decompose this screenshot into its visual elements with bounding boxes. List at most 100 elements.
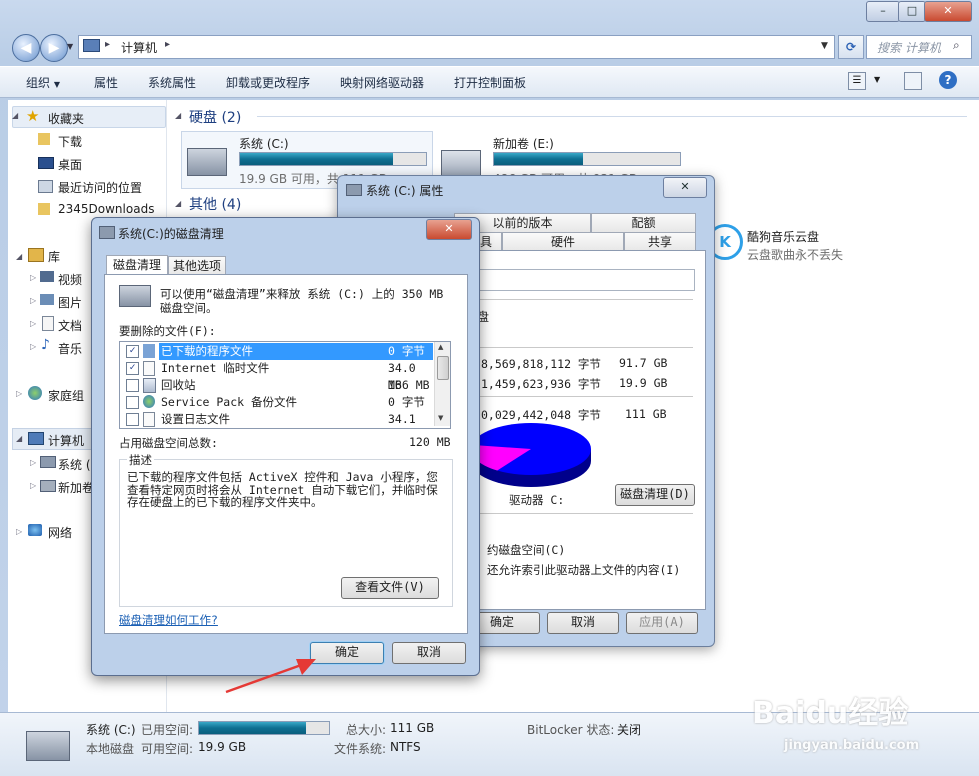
nav-computer[interactable]: 计算机 (48, 432, 84, 449)
refresh-icon[interactable]: ⟳ (838, 35, 864, 59)
view-options-icon[interactable]: ☰ (848, 72, 866, 90)
file-checkbox[interactable]: ✓ (126, 362, 139, 375)
video-icon (40, 271, 54, 282)
tab-disk-cleanup[interactable]: 磁盘清理 (106, 255, 168, 275)
back-icon[interactable]: ◀ (12, 34, 40, 62)
nav-item-recent[interactable]: 最近访问的位置 (58, 179, 142, 196)
file-checkbox[interactable] (126, 396, 139, 409)
cloud-app-name[interactable]: 酷狗音乐云盘 (747, 228, 819, 245)
preview-pane-icon[interactable] (904, 72, 922, 90)
address-bar[interactable]: ▸ 计算机 ▸ ▼ (78, 35, 835, 59)
properties-apply-button[interactable]: 应用(A) (626, 612, 698, 634)
scroll-thumb[interactable] (437, 356, 449, 380)
file-size: 0 字节 (388, 344, 425, 358)
file-checkbox[interactable] (126, 413, 139, 426)
organize-menu[interactable]: 组织 ▼ (26, 74, 60, 91)
index-checkbox-label[interactable]: 还允许索引此驱动器上文件的内容(I) (487, 562, 680, 578)
file-checkbox[interactable]: ✓ (126, 345, 139, 358)
nav-network[interactable]: 网络 (48, 524, 72, 541)
minimize-button[interactable]: – (866, 1, 900, 22)
downloaded-programs-icon (143, 344, 155, 358)
forward-icon[interactable]: ▶ (40, 34, 68, 62)
drive-name[interactable]: 新加卷 (E:) (493, 135, 554, 152)
collapse-icon[interactable]: ◢ (175, 111, 181, 120)
expand-icon[interactable]: ▷ (16, 527, 22, 536)
expand-icon[interactable]: ▷ (30, 273, 36, 282)
list-item[interactable]: Service Pack 备份文件 0 字节 (123, 394, 433, 411)
map-network-drive-button[interactable]: 映射网络驱动器 (340, 74, 424, 91)
details-used-label: 已用空间: (141, 723, 194, 737)
nav-item-documents[interactable]: 文档 (58, 317, 82, 334)
list-item[interactable]: ✓ Internet 临时文件 34.0 MB (123, 360, 433, 392)
list-scrollbar[interactable]: ▲ ▼ (434, 342, 450, 426)
nav-item-desktop[interactable]: 桌面 (58, 156, 82, 173)
compress-checkbox-label[interactable]: 约磁盘空间(C) (487, 542, 565, 558)
nav-item-new-volume[interactable]: 新加卷 (58, 479, 94, 496)
file-checkbox[interactable] (126, 379, 139, 392)
nav-item-videos[interactable]: 视频 (58, 271, 82, 288)
uninstall-program-button[interactable]: 卸载或更改程序 (226, 74, 310, 91)
open-control-panel-button[interactable]: 打开控制面板 (454, 74, 526, 91)
nav-item-2345downloads[interactable]: 2345Downloads (58, 202, 154, 216)
drive-icon (40, 456, 56, 468)
details-total-label: 总大小: (346, 723, 387, 737)
system-properties-button[interactable]: 系统属性 (148, 74, 196, 91)
details-fs-label: 文件系统: (334, 742, 387, 756)
properties-button[interactable]: 属性 (94, 74, 118, 91)
cleanup-close-button[interactable]: ✕ (426, 219, 472, 240)
nav-libraries[interactable]: 库 (48, 248, 60, 265)
collapse-icon[interactable]: ◢ (16, 434, 22, 443)
list-item[interactable]: 设置日志文件 34.1 KB (123, 411, 433, 428)
expand-icon[interactable]: ▷ (16, 389, 22, 398)
expand-icon[interactable]: ▷ (30, 342, 36, 351)
nav-item-pictures[interactable]: 图片 (58, 294, 82, 311)
volume-label-input[interactable] (477, 269, 695, 291)
breadcrumb[interactable]: 计算机 (121, 39, 157, 56)
pictures-icon (40, 294, 54, 305)
nav-item-music[interactable]: 音乐 (58, 340, 82, 357)
tab-hardware[interactable]: 硬件 (502, 232, 624, 251)
details-drive-type: 本地磁盘 (86, 742, 135, 756)
properties-cancel-button[interactable]: 取消 (547, 612, 619, 634)
close-button[interactable]: ✕ (924, 1, 972, 22)
files-to-delete-list[interactable]: ✓ 已下载的程序文件 0 字节 ✓ Internet 临时文件 34.0 MB … (119, 341, 451, 429)
history-dropdown-icon[interactable]: ▼ (67, 42, 73, 51)
expand-icon[interactable]: ▷ (30, 481, 36, 490)
expand-icon[interactable]: ▷ (30, 458, 36, 467)
list-item[interactable]: 回收站 166 MB (123, 377, 433, 394)
tab-quota[interactable]: 配额 (591, 213, 696, 232)
group-divider (257, 116, 967, 117)
expand-icon[interactable]: ▷ (30, 319, 36, 328)
help-icon[interactable]: ? (939, 71, 957, 89)
nav-homegroup[interactable]: 家庭组 (48, 387, 84, 404)
cloud-app-subtitle: 云盘歌曲永不丢失 (747, 248, 844, 262)
nav-favorites[interactable]: 收藏夹 (48, 110, 84, 127)
drive-name: 系统 (C:) (239, 137, 289, 151)
cleanup-cancel-button[interactable]: 取消 (392, 642, 466, 664)
tab-sharing[interactable]: 共享 (624, 232, 696, 251)
maximize-button[interactable]: □ (898, 1, 926, 22)
search-icon[interactable]: ⌕ (953, 38, 960, 53)
details-total-value: 111 GB (390, 721, 435, 735)
cleanup-icon (99, 226, 115, 239)
details-free-label: 可用空间: (141, 742, 194, 756)
collapse-icon[interactable]: ◢ (16, 252, 22, 261)
view-dropdown-icon[interactable]: ▼ (874, 75, 880, 84)
address-dropdown-icon[interactable]: ▼ (821, 41, 828, 51)
how-cleanup-works-link[interactable]: 磁盘清理如何工作? (119, 612, 218, 628)
properties-close-button[interactable]: ✕ (663, 177, 707, 198)
group-header-hdd[interactable]: 硬盘 (2) (189, 107, 241, 127)
group-header-other[interactable]: 其他 (4) (189, 194, 241, 214)
file-size: 166 MB (388, 378, 430, 392)
nav-item-downloads[interactable]: 下载 (58, 133, 82, 150)
expand-icon[interactable]: ▷ (30, 296, 36, 305)
collapse-icon[interactable]: ◢ (175, 199, 181, 208)
view-files-button[interactable]: 查看文件(V) (341, 577, 439, 599)
tab-more-options[interactable]: 其他选项 (168, 256, 226, 275)
nav-item-system-drive[interactable]: 系统 ( (58, 456, 91, 473)
document-icon (42, 316, 54, 331)
collapse-icon[interactable]: ◢ (12, 111, 18, 120)
search-input[interactable]: 搜索 计算机 ⌕ (866, 35, 972, 59)
disk-cleanup-button[interactable]: 磁盘清理(D) (615, 484, 695, 506)
list-item[interactable]: ✓ 已下载的程序文件 0 字节 (123, 343, 433, 360)
